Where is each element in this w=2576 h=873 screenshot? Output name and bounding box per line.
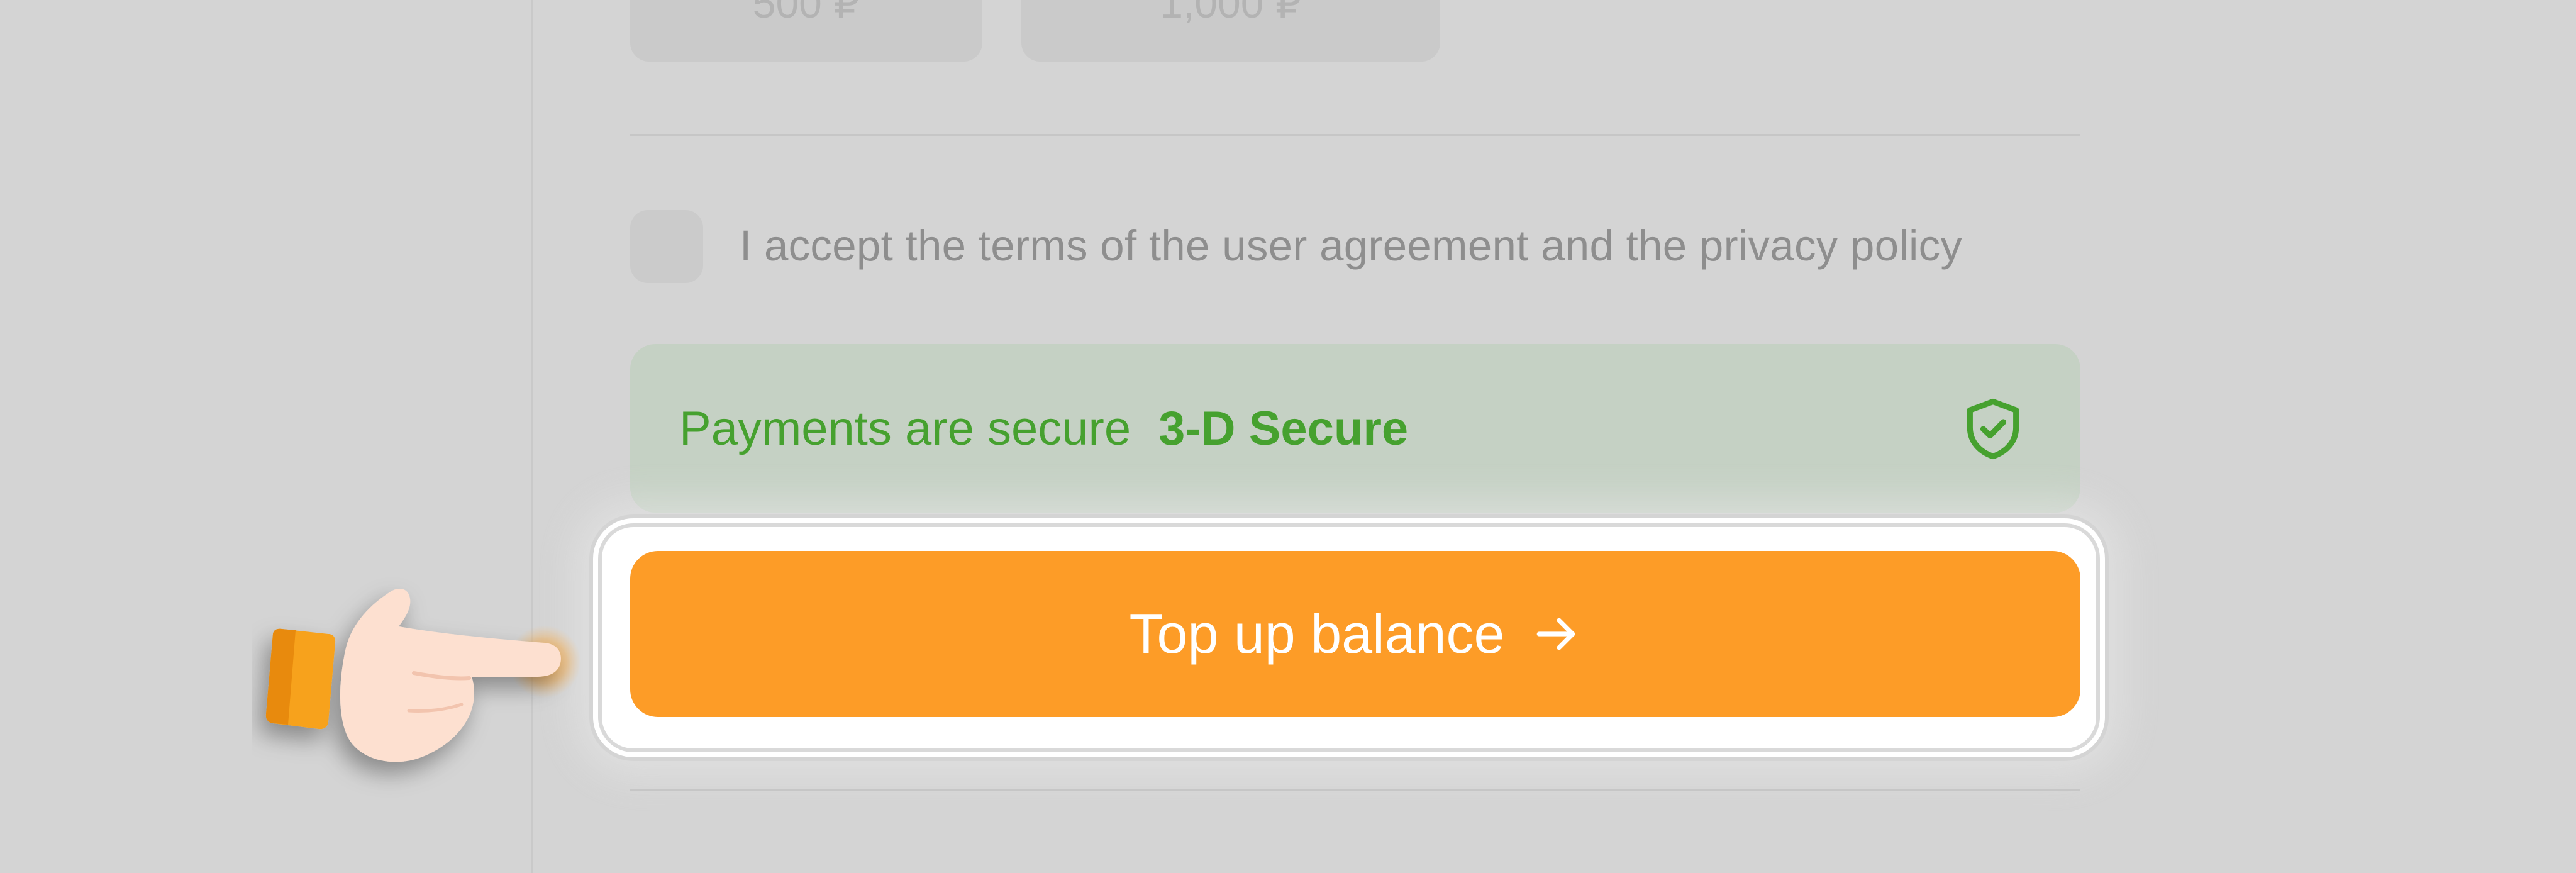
divider <box>630 134 2080 136</box>
divider <box>630 789 2080 791</box>
shield-check-icon <box>1967 398 2019 460</box>
secure-payment-label: Payments are secure <box>679 401 1131 455</box>
terms-checkbox[interactable] <box>630 210 703 283</box>
amount-chip-500[interactable]: 500 ₽ <box>630 0 982 62</box>
amount-chip-label: 1,000 ₽ <box>1160 0 1302 26</box>
secure-payment-banner: Payments are secure 3-D Secure <box>630 344 2080 513</box>
amount-chip-label: 500 ₽ <box>752 0 860 26</box>
amount-chip-1000[interactable]: 1,000 ₽ <box>1021 0 1440 62</box>
terms-label[interactable]: I accept the terms of the user agreement… <box>740 214 1962 277</box>
payment-page: 500 ₽ 1,000 ₽ I accept the terms of the … <box>0 0 2576 873</box>
arrow-right-icon <box>1537 618 1575 650</box>
top-up-balance-button[interactable]: Top up balance <box>630 551 2080 717</box>
secure-payment-text: Payments are secure 3-D Secure <box>679 344 1408 513</box>
pointing-hand-icon <box>265 589 581 762</box>
three-d-secure-label: 3-D Secure <box>1158 401 1409 455</box>
top-up-balance-label: Top up balance <box>1129 603 1505 665</box>
